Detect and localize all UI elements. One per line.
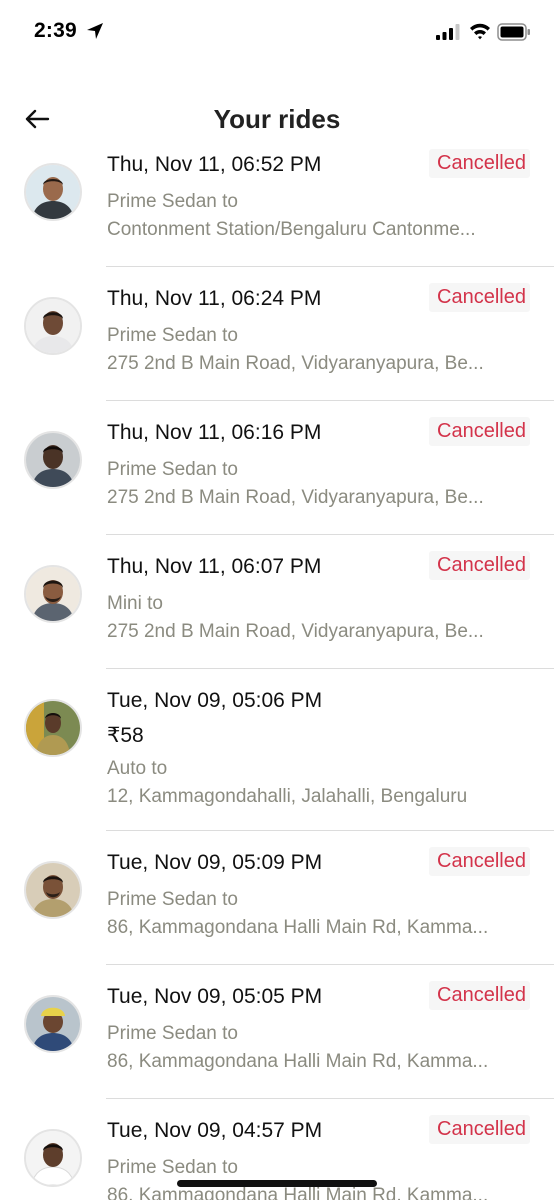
driver-avatar [24, 565, 82, 623]
ride-destination: 86, Kammagondana Halli Main Rd, Kamma... [107, 917, 489, 938]
rides-screen: 2:39 Your rides Thu, Nov 11, 06:52 PM Ca… [0, 0, 554, 1200]
ride-status-badge: Cancelled [429, 149, 530, 178]
status-bar: 2:39 [0, 0, 554, 66]
cellular-signal-icon [436, 24, 460, 40]
driver-avatar [24, 699, 82, 757]
ride-item[interactable]: Thu, Nov 11, 06:52 PM Cancelled Prime Se… [0, 133, 554, 267]
ride-status-badge: Cancelled [429, 283, 530, 312]
ride-destination: 275 2nd B Main Road, Vidyaranyapura, Be.… [107, 487, 484, 508]
ride-status-badge: Cancelled [429, 551, 530, 580]
wifi-icon [470, 23, 490, 40]
ride-service: Prime Sedan to [107, 1023, 238, 1044]
ride-destination: 86, Kammagondana Halli Main Rd, Kamma... [107, 1185, 489, 1200]
ride-item[interactable]: Tue, Nov 09, 05:06 PM ₹58 Auto to 12, Ka… [0, 669, 554, 831]
ride-destination: 275 2nd B Main Road, Vidyaranyapura, Be.… [107, 353, 484, 374]
driver-avatar [24, 861, 82, 919]
ride-status-badge: Cancelled [429, 981, 530, 1010]
ride-service: Prime Sedan to [107, 191, 238, 212]
driver-avatar [24, 1129, 82, 1187]
location-arrow-icon [87, 23, 103, 39]
ride-item[interactable]: Tue, Nov 09, 05:05 PM Cancelled Prime Se… [0, 965, 554, 1099]
ride-status-badge: Cancelled [429, 847, 530, 876]
status-time: 2:39 [34, 19, 77, 42]
ride-service: Mini to [107, 593, 163, 614]
ride-item[interactable]: Thu, Nov 11, 06:07 PM Cancelled Mini to … [0, 535, 554, 669]
ride-status-badge: Cancelled [429, 417, 530, 446]
ride-item[interactable]: Thu, Nov 11, 06:16 PM Cancelled Prime Se… [0, 401, 554, 535]
ride-destination: 86, Kammagondana Halli Main Rd, Kamma... [107, 1051, 489, 1072]
ride-date: Tue, Nov 09, 04:57 PM [107, 1119, 323, 1142]
ride-list: Thu, Nov 11, 06:52 PM Cancelled Prime Se… [0, 133, 554, 1200]
ride-item[interactable]: Tue, Nov 09, 05:09 PM Cancelled Prime Se… [0, 831, 554, 965]
driver-avatar [24, 995, 82, 1053]
ride-service: Prime Sedan to [107, 889, 238, 910]
driver-avatar [24, 297, 82, 355]
ride-service: Prime Sedan to [107, 1157, 238, 1178]
ride-date: Thu, Nov 11, 06:52 PM [107, 153, 322, 176]
ride-service: Auto to [107, 758, 168, 779]
ride-destination: Contonment Station/Bengaluru Cantonme... [107, 219, 476, 240]
ride-fare: ₹58 [107, 724, 144, 747]
battery-icon [497, 23, 530, 41]
ride-destination: 12, Kammagondahalli, Jalahalli, Bengalur… [107, 786, 468, 807]
ride-date: Thu, Nov 11, 06:24 PM [107, 287, 322, 310]
ride-item[interactable]: Thu, Nov 11, 06:24 PM Cancelled Prime Se… [0, 267, 554, 401]
ride-status-badge: Cancelled [429, 1115, 530, 1144]
ride-date: Tue, Nov 09, 05:09 PM [107, 851, 323, 874]
driver-avatar [24, 431, 82, 489]
ride-date: Thu, Nov 11, 06:07 PM [107, 555, 322, 578]
ride-destination: 275 2nd B Main Road, Vidyaranyapura, Be.… [107, 621, 484, 642]
driver-avatar [24, 163, 82, 221]
page-title: Your rides [213, 104, 341, 134]
ride-date: Tue, Nov 09, 05:05 PM [107, 985, 323, 1008]
ride-date: Thu, Nov 11, 06:16 PM [107, 421, 322, 444]
ride-date: Tue, Nov 09, 05:06 PM [107, 689, 323, 712]
home-indicator[interactable] [177, 1180, 377, 1187]
ride-service: Prime Sedan to [107, 325, 238, 346]
ride-service: Prime Sedan to [107, 459, 238, 480]
